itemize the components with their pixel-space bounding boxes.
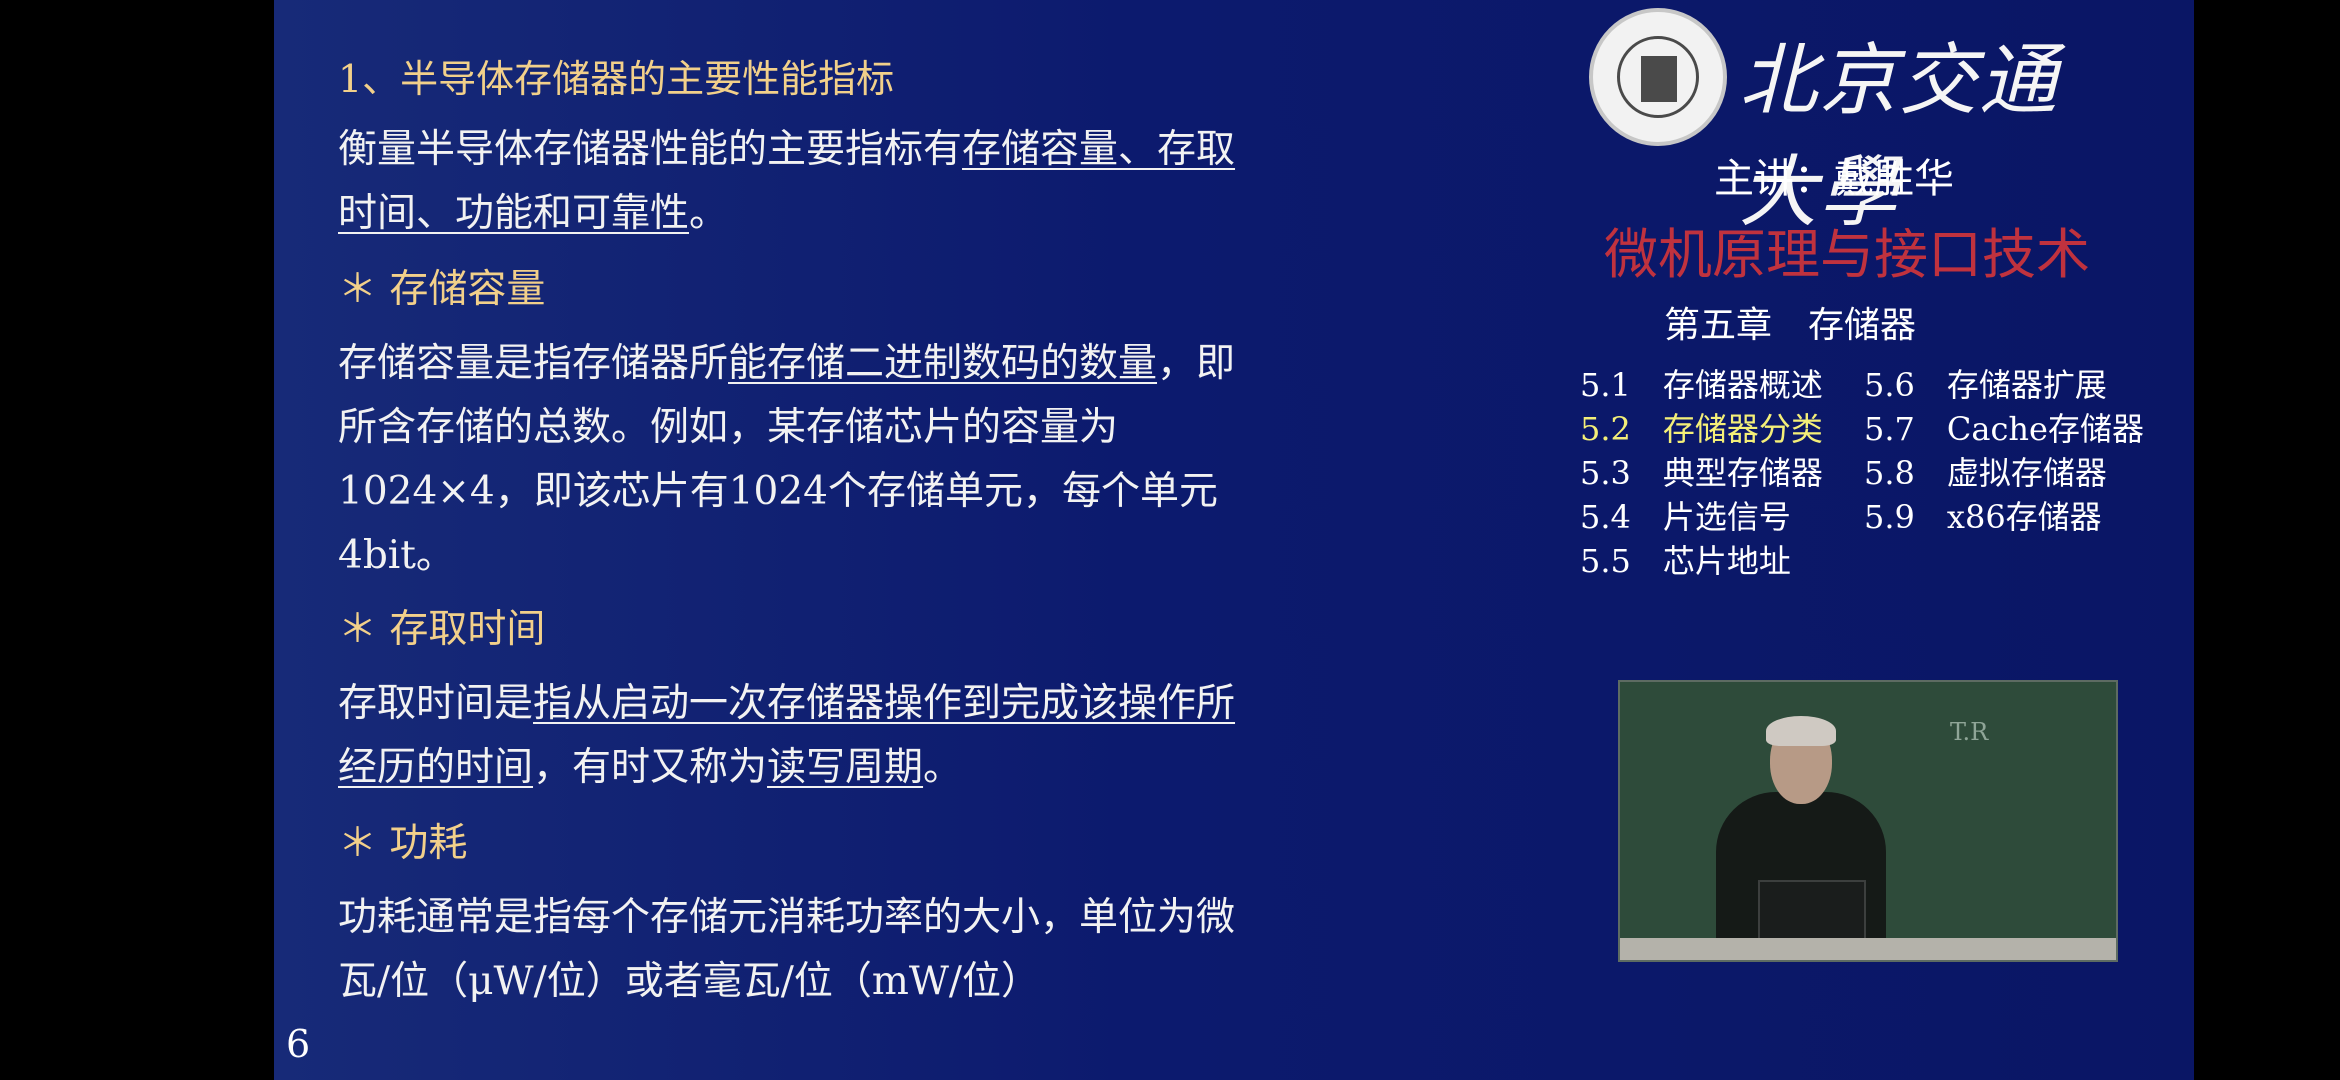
toc-label: 存储器概述: [1662, 366, 1823, 404]
toc-num: 5.7: [1864, 410, 1915, 448]
lecturer-hair: [1766, 716, 1836, 746]
university-name: 北京交通大學: [1739, 36, 2060, 238]
desk: [1620, 938, 2116, 960]
university-seal-icon: [1589, 8, 1727, 146]
access-text-mid: ，有时又称为: [533, 745, 768, 790]
access-underlined-3: 读写周期: [767, 745, 924, 790]
toc-item-5-7[interactable]: 5.7 Cache存储器: [1864, 404, 2144, 450]
access-line-2: 经历的时间，有时又称为读写周期。: [338, 736, 962, 792]
toc-num: 5.9: [1864, 498, 1915, 536]
toc-item-5-9[interactable]: 5.9 x86存储器: [1864, 492, 2102, 538]
capacity-text: 存储容量是指存储器所: [338, 341, 729, 386]
seal-gate: [1641, 56, 1677, 102]
toc-num: 5.4: [1580, 498, 1631, 536]
toc-item-5-4[interactable]: 5.4 片选信号: [1580, 492, 1791, 538]
toc-label: 虚拟存储器: [1946, 454, 2107, 492]
toc-item-5-3[interactable]: 5.3 典型存储器: [1580, 448, 1823, 494]
toc-item-5-1[interactable]: 5.1 存储器概述: [1580, 360, 1823, 406]
power-line-1: 功耗通常是指每个存储元消耗功率的大小，单位为微: [338, 895, 1236, 940]
toc-label: 存储器分类: [1662, 410, 1823, 448]
toc-label: 芯片地址: [1662, 542, 1791, 580]
page-number: 6: [286, 1022, 311, 1066]
toc-num: 5.3: [1580, 454, 1631, 492]
toc-label: Cache存储器: [1946, 410, 2144, 448]
capacity-heading: ＊ 存储容量: [338, 267, 546, 312]
toc-num: 5.2: [1580, 410, 1631, 448]
access-underlined: 指从启动一次存储器操作到完成该操作所: [533, 681, 1236, 726]
lecturer-name: 主讲：戴胜华: [1714, 156, 1954, 202]
toc-num: 5.5: [1580, 542, 1631, 580]
power-line-2: 瓦/位（μW/位）或者毫瓦/位（mW/位）: [338, 959, 1041, 1004]
toc-item-5-2[interactable]: 5.2 存储器分类: [1580, 404, 1823, 450]
toc-item-5-8[interactable]: 5.8 虚拟存储器: [1864, 448, 2107, 494]
laptop-icon: [1758, 880, 1866, 944]
intro-text: 衡量半导体存储器性能的主要指标有: [338, 127, 963, 172]
chalkboard-writing: T.R: [1950, 718, 1989, 746]
chapter-title: 第五章 存储器: [1664, 305, 1917, 346]
toc-item-5-6[interactable]: 5.6 存储器扩展: [1864, 360, 2107, 406]
access-text-end: 。: [923, 745, 963, 790]
capacity-line-3: 1024×4，即该芯片有1024个存储单元，每个单元: [338, 469, 1218, 514]
lecturer-video[interactable]: T.R: [1618, 680, 2118, 962]
intro-end: 。: [689, 191, 729, 236]
intro-line-2: 时间、功能和可靠性。: [338, 182, 728, 238]
power-heading: ＊ 功耗: [338, 821, 468, 866]
toc-num: 5.1: [1580, 366, 1631, 404]
access-line-1: 存取时间是指从启动一次存储器操作到完成该操作所: [338, 672, 1235, 728]
course-title: 微机原理与接口技术: [1604, 223, 2090, 286]
intro-line-1: 衡量半导体存储器性能的主要指标有存储容量、存取: [338, 118, 1235, 174]
capacity-line-1: 存储容量是指存储器所能存储二进制数码的数量，即: [338, 332, 1235, 388]
capacity-underlined: 能存储二进制数码的数量: [728, 341, 1158, 386]
capacity-text-end: ，即: [1157, 341, 1236, 386]
toc-label: 片选信号: [1662, 498, 1791, 536]
toc-label: 典型存储器: [1662, 454, 1823, 492]
capacity-line-2: 所含存储的总数。例如，某存储芯片的容量为: [338, 405, 1119, 450]
toc-num: 5.8: [1864, 454, 1915, 492]
section-title: 1、半导体存储器的主要性能指标: [338, 57, 895, 101]
intro-underlined-2: 时间、功能和可靠性: [338, 191, 690, 236]
university-logo: 北京交通大學: [1589, 8, 2109, 238]
access-heading: ＊ 存取时间: [338, 607, 546, 652]
capacity-line-4: 4bit。: [338, 533, 455, 578]
toc-label: 存储器扩展: [1946, 366, 2107, 404]
intro-underlined: 存储容量、存取: [962, 127, 1236, 172]
toc-num: 5.6: [1864, 366, 1915, 404]
lecture-slide: 1、半导体存储器的主要性能指标 衡量半导体存储器性能的主要指标有存储容量、存取 …: [274, 0, 2194, 1080]
toc-label: x86存储器: [1946, 498, 2102, 536]
toc-item-5-5[interactable]: 5.5 芯片地址: [1580, 536, 1791, 582]
access-text: 存取时间是: [338, 681, 534, 726]
access-underlined-2: 经历的时间: [338, 745, 534, 790]
